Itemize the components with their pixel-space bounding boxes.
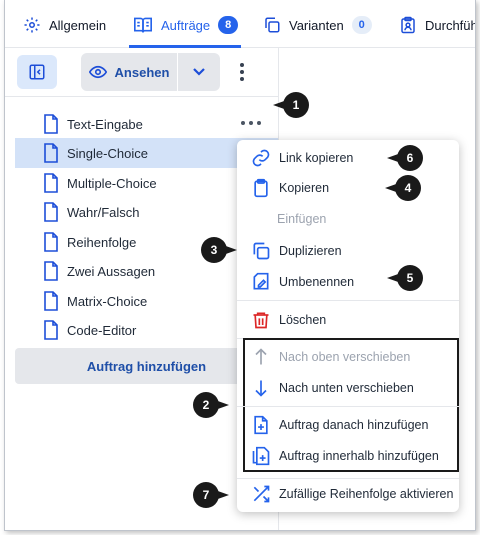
menu-item-link-copy[interactable]: Link kopieren <box>237 144 459 172</box>
tree-item-label: Multiple-Choice <box>67 175 157 191</box>
menu-item-label: Kopieren <box>279 181 330 195</box>
menu-divider <box>237 300 459 301</box>
menu-item-label: Nach unten verschieben <box>279 381 414 395</box>
eye-icon <box>88 65 107 79</box>
arrow-down-icon <box>255 380 267 397</box>
row-more-button[interactable] <box>241 121 261 127</box>
tab-allgemein[interactable]: Allgemein <box>23 14 106 36</box>
callout-2: 2 <box>193 392 229 418</box>
tab-label: Varianten <box>289 17 344 33</box>
menu-divider <box>237 478 459 479</box>
document-icon <box>44 261 58 281</box>
menu-item-copy[interactable]: Kopieren <box>237 174 459 202</box>
document-icon <box>44 291 58 311</box>
view-button[interactable]: Ansehen <box>81 53 177 91</box>
menu-item-label: Einfügen <box>277 212 327 226</box>
view-dropdown-button[interactable] <box>178 53 220 91</box>
menu-item-add-after[interactable]: Auftrag danach hinzufügen <box>237 411 459 439</box>
tree-item-label: Matrix-Choice <box>67 293 148 309</box>
menu-item-move-down[interactable]: Nach unten verschieben <box>237 374 459 402</box>
tree-item[interactable]: Text-Eingabe <box>15 109 278 139</box>
tree-item-label: Reihenfolge <box>67 234 137 250</box>
menu-item-label: Umbenennen <box>279 275 355 289</box>
menu-item-rename[interactable]: Umbenennen <box>237 268 459 296</box>
menu-item-delete[interactable]: Löschen <box>237 306 459 334</box>
tree-item-label: Code-Editor <box>67 322 137 338</box>
tree-item-label: Zwei Aussagen <box>67 263 156 279</box>
menu-item-move-up[interactable]: Nach oben verschieben <box>237 343 459 371</box>
arrow-up-icon <box>255 348 267 365</box>
count-badge: 0 <box>351 16 372 34</box>
menu-item-label: Löschen <box>279 313 327 327</box>
document-icon <box>44 320 58 340</box>
context-menu: Link kopieren Kopieren Einfügen Duplizie… <box>237 140 459 512</box>
document-icon <box>44 202 58 222</box>
callout-3: 3 <box>201 237 237 263</box>
callout-1: 1 <box>273 92 309 118</box>
menu-item-label: Zufällige Reihenfolge aktivieren <box>279 487 454 501</box>
sidebar-collapse-icon <box>29 64 45 80</box>
menu-item-add-inside[interactable]: Auftrag innerhalb hinzufügen <box>237 442 459 470</box>
gear-icon <box>24 17 40 33</box>
toggle-sidebar-button[interactable] <box>17 55 57 89</box>
tab-label: Durchführ <box>425 17 475 33</box>
copy-icon <box>265 17 280 33</box>
menu-item-shuffle[interactable]: Zufällige Reihenfolge aktivieren <box>237 480 459 508</box>
view-button-label: Ansehen <box>114 64 170 80</box>
more-options-button[interactable] <box>237 60 247 84</box>
document-icon <box>44 114 58 134</box>
document-icon <box>44 143 58 163</box>
count-badge: 8 <box>218 16 239 34</box>
callout-6: 6 <box>387 145 423 171</box>
file-nested-plus-icon <box>252 446 270 466</box>
tab-bar: Allgemein Aufträge 8 Varianten 0 Durchfü… <box>5 0 475 48</box>
callout-5: 5 <box>387 265 423 291</box>
clipboard-icon <box>254 178 268 198</box>
tab-durchfuehrung[interactable]: Durchführ <box>399 14 475 36</box>
tree-item-label: Wahr/Falsch <box>67 204 140 220</box>
document-icon <box>44 232 58 252</box>
menu-item-duplicate[interactable]: Duplizieren <box>237 237 459 265</box>
duplicate-icon <box>253 242 270 260</box>
file-plus-icon <box>254 415 268 435</box>
menu-divider <box>237 406 459 407</box>
tab-label: Allgemein <box>49 17 107 33</box>
tab-label: Aufträge <box>161 17 211 33</box>
menu-item-label: Auftrag innerhalb hinzufügen <box>279 449 439 463</box>
menu-item-label: Nach oben verschieben <box>279 350 411 364</box>
callout-7: 7 <box>193 482 229 508</box>
trash-icon <box>253 312 269 329</box>
tree-item-label: Text-Eingabe <box>67 116 143 132</box>
menu-item-label: Link kopieren <box>279 151 354 165</box>
link-icon <box>252 149 270 167</box>
menu-item-label: Auftrag danach hinzufügen <box>279 418 429 432</box>
tab-varianten[interactable]: Varianten 0 <box>263 14 372 36</box>
tree-item-label: Single-Choice <box>67 145 148 161</box>
chevron-down-icon <box>193 68 205 76</box>
book-icon <box>134 17 152 33</box>
active-tab-indicator <box>129 45 241 48</box>
tab-auftraege[interactable]: Aufträge 8 <box>133 14 239 36</box>
menu-item-paste[interactable]: Einfügen <box>237 205 459 233</box>
rename-icon <box>253 272 269 290</box>
callout-4: 4 <box>385 175 421 201</box>
menu-item-label: Duplizieren <box>279 244 342 258</box>
document-icon <box>44 173 58 193</box>
app-window: Allgemein Aufträge 8 Varianten 0 Durchfü… <box>4 0 476 531</box>
clipboard-user-icon <box>401 16 415 34</box>
toolbar-divider <box>5 96 278 97</box>
shuffle-icon <box>253 485 270 503</box>
